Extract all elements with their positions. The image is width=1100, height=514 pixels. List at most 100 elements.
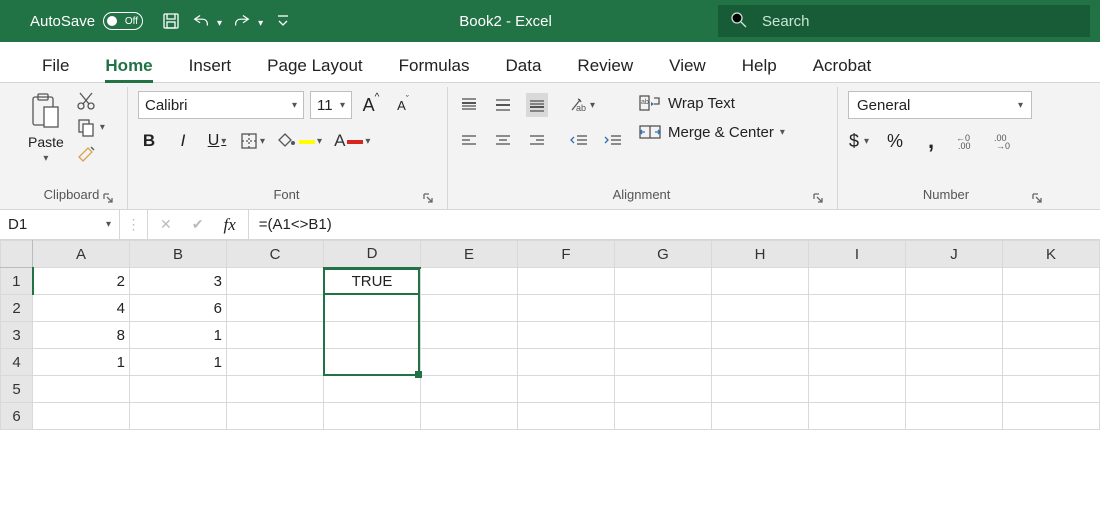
col-header-B[interactable]: B	[130, 241, 227, 268]
wrap-text-button[interactable]: ab Wrap Text	[638, 93, 785, 113]
currency-button[interactable]: $▾	[848, 129, 870, 153]
cell-H6[interactable]	[712, 403, 809, 430]
decrease-decimal-button[interactable]: .00→0	[994, 129, 1018, 153]
cell-C3[interactable]	[227, 322, 324, 349]
cell-B5[interactable]	[130, 376, 227, 403]
col-header-G[interactable]: G	[615, 241, 712, 268]
col-header-F[interactable]: F	[518, 241, 615, 268]
borders-button[interactable]: ▾	[240, 129, 265, 153]
save-icon[interactable]	[161, 11, 181, 31]
align-middle-button[interactable]	[492, 93, 514, 117]
italic-button[interactable]: I	[172, 129, 194, 153]
tab-insert[interactable]: Insert	[171, 48, 250, 82]
cell-J6[interactable]	[906, 403, 1003, 430]
cell-B4[interactable]: 1	[130, 349, 227, 376]
underline-button[interactable]: U▾	[206, 129, 228, 153]
cell-H1[interactable]	[712, 268, 809, 295]
cell-J4[interactable]	[906, 349, 1003, 376]
toggle-track[interactable]: Off	[103, 12, 143, 30]
customize-qat-icon[interactable]	[273, 11, 293, 31]
cell-H4[interactable]	[712, 349, 809, 376]
cell-K6[interactable]	[1003, 403, 1100, 430]
redo-icon[interactable]	[232, 11, 252, 31]
dialog-launcher-icon[interactable]	[1030, 192, 1044, 206]
worksheet-grid[interactable]: A B C D E F G H I J K 1 2 3 TRUE 2 4 6 3…	[0, 240, 1100, 430]
row-header-4[interactable]: 4	[1, 349, 33, 376]
fill-color-button[interactable]: ▾	[277, 129, 322, 153]
comma-button[interactable]: ,	[920, 129, 942, 153]
row-header-2[interactable]: 2	[1, 295, 33, 322]
paste-button[interactable]: Paste ▾	[28, 91, 64, 164]
cell-E5[interactable]	[421, 376, 518, 403]
row-header-6[interactable]: 6	[1, 403, 33, 430]
cell-B3[interactable]: 1	[130, 322, 227, 349]
col-header-H[interactable]: H	[712, 241, 809, 268]
align-center-button[interactable]	[492, 129, 514, 153]
cell-G3[interactable]	[615, 322, 712, 349]
orientation-button[interactable]: ab▾	[568, 93, 595, 117]
cell-I5[interactable]	[809, 376, 906, 403]
row-header-3[interactable]: 3	[1, 322, 33, 349]
col-header-D[interactable]: D	[324, 241, 421, 268]
cell-I4[interactable]	[809, 349, 906, 376]
cell-K2[interactable]	[1003, 295, 1100, 322]
cell-J5[interactable]	[906, 376, 1003, 403]
copy-button[interactable]: ▾	[76, 117, 105, 137]
fx-icon[interactable]: fx	[223, 215, 235, 235]
cell-D2[interactable]	[324, 295, 421, 322]
formula-input[interactable]: =(A1<>B1)	[249, 210, 1100, 239]
cell-F2[interactable]	[518, 295, 615, 322]
font-name-select[interactable]: Calibri▾	[138, 91, 304, 119]
row-header-1[interactable]: 1	[1, 268, 33, 295]
cancel-icon[interactable]: ✕	[160, 216, 172, 233]
cell-C4[interactable]	[227, 349, 324, 376]
cell-B6[interactable]	[130, 403, 227, 430]
cell-F4[interactable]	[518, 349, 615, 376]
cell-E1[interactable]	[421, 268, 518, 295]
align-top-button[interactable]	[458, 93, 480, 117]
percent-button[interactable]: %	[884, 129, 906, 153]
cell-G4[interactable]	[615, 349, 712, 376]
col-header-C[interactable]: C	[227, 241, 324, 268]
tab-page-layout[interactable]: Page Layout	[249, 48, 380, 82]
cell-F1[interactable]	[518, 268, 615, 295]
dialog-launcher-icon[interactable]	[421, 192, 435, 206]
cell-F5[interactable]	[518, 376, 615, 403]
number-format-select[interactable]: General▾	[848, 91, 1032, 119]
cell-C6[interactable]	[227, 403, 324, 430]
cell-F3[interactable]	[518, 322, 615, 349]
col-header-E[interactable]: E	[421, 241, 518, 268]
decrease-indent-button[interactable]	[568, 129, 590, 153]
merge-center-button[interactable]: Merge & Center ▾	[638, 123, 785, 141]
increase-indent-button[interactable]	[602, 129, 624, 153]
cell-A3[interactable]: 8	[33, 322, 130, 349]
cell-C2[interactable]	[227, 295, 324, 322]
cell-D5[interactable]	[324, 376, 421, 403]
tab-help[interactable]: Help	[724, 48, 795, 82]
dialog-launcher-icon[interactable]	[811, 192, 825, 206]
cell-A1[interactable]: 2	[33, 268, 130, 295]
cell-G2[interactable]	[615, 295, 712, 322]
cell-D1[interactable]: TRUE	[324, 268, 421, 295]
cell-G1[interactable]	[615, 268, 712, 295]
cell-D3[interactable]	[324, 322, 421, 349]
font-size-select[interactable]: 11▾	[310, 91, 352, 119]
cell-J3[interactable]	[906, 322, 1003, 349]
decrease-font-size-button[interactable]: Aˇ	[390, 92, 416, 118]
cell-H3[interactable]	[712, 322, 809, 349]
chevron-down-icon[interactable]: ▾	[217, 18, 222, 29]
cell-I3[interactable]	[809, 322, 906, 349]
cell-D4[interactable]	[324, 349, 421, 376]
tab-view[interactable]: View	[651, 48, 724, 82]
cut-button[interactable]	[76, 91, 105, 111]
col-header-K[interactable]: K	[1003, 241, 1100, 268]
chevron-down-icon[interactable]: ▾	[258, 18, 263, 29]
cell-F6[interactable]	[518, 403, 615, 430]
align-left-button[interactable]	[458, 129, 480, 153]
cell-E3[interactable]	[421, 322, 518, 349]
increase-decimal-button[interactable]: ←0.00	[956, 129, 980, 153]
cell-K4[interactable]	[1003, 349, 1100, 376]
align-bottom-button[interactable]	[526, 93, 548, 117]
enter-icon[interactable]: ✔	[192, 216, 204, 233]
tab-home[interactable]: Home	[87, 48, 170, 82]
